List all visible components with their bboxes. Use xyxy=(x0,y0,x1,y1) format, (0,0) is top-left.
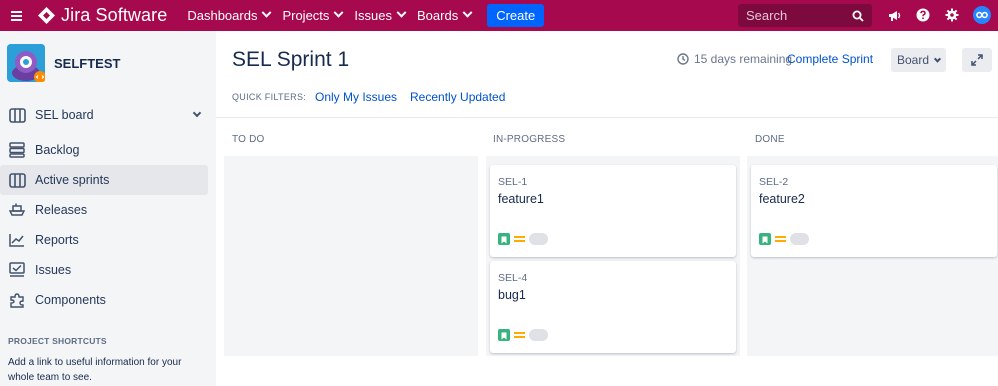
story-icon xyxy=(498,329,510,341)
board-menu-button[interactable]: Board xyxy=(891,48,946,72)
story-icon xyxy=(759,233,771,245)
app-name: Jira Software xyxy=(61,5,168,25)
settings-button[interactable] xyxy=(943,6,961,24)
backlog-icon xyxy=(8,141,26,159)
fullscreen-button[interactable] xyxy=(962,48,992,72)
quick-filter-only-my-issues[interactable]: Only My Issues xyxy=(315,90,397,104)
sidebar-item-components[interactable]: Components xyxy=(0,285,208,315)
story-icon xyxy=(498,233,510,245)
chevron-down-icon xyxy=(333,7,344,18)
priority-medium-icon xyxy=(514,236,525,242)
column-header-in-progress: IN-PROGRESS xyxy=(493,134,566,145)
nav-issues[interactable]: Issues xyxy=(348,0,411,31)
issue-card[interactable]: SEL-4 bug1 xyxy=(490,261,736,353)
sidebar-item-backlog[interactable]: Backlog xyxy=(0,135,208,165)
column-done[interactable]: SEL-2 feature2 xyxy=(747,156,998,356)
page-title: SEL Sprint 1 xyxy=(232,48,350,71)
quick-filter-recently-updated[interactable]: Recently Updated xyxy=(410,90,505,104)
profile-icon xyxy=(973,6,991,24)
chart-icon xyxy=(8,231,26,249)
help-icon xyxy=(916,8,930,22)
estimate-badge xyxy=(529,329,548,341)
priority-medium-icon xyxy=(775,236,786,242)
sidebar-nav: Backlog Active sprints Releases Reports … xyxy=(0,135,216,315)
chevron-down-icon xyxy=(262,7,272,18)
column-in-progress[interactable]: SEL-1 feature1 SEL-4 bug1 xyxy=(486,156,740,356)
megaphone-icon xyxy=(889,10,901,21)
column-header-done: DONE xyxy=(755,134,785,145)
remaining-text: 15 days remaining xyxy=(694,52,793,66)
sprint-remaining: 15 days remaining xyxy=(677,52,792,66)
nav-boards[interactable]: Boards xyxy=(411,0,477,31)
chevron-down-icon xyxy=(192,108,202,118)
project-shortcuts-title: PROJECT SHORTCUTS xyxy=(8,336,107,346)
menu-button[interactable] xyxy=(0,0,32,31)
priority-medium-icon xyxy=(514,332,525,338)
issue-summary: feature2 xyxy=(759,192,805,206)
nav-issues-label: Issues xyxy=(354,8,392,23)
board-icon xyxy=(8,106,26,124)
issue-card[interactable]: SEL-2 feature2 xyxy=(751,165,997,257)
jira-logo[interactable]: Jira Software xyxy=(38,0,167,31)
complete-sprint-button[interactable]: Complete Sprint xyxy=(787,52,873,66)
sidebar-item-releases[interactable]: Releases xyxy=(0,195,208,225)
ship-icon xyxy=(8,201,26,219)
chevron-down-icon xyxy=(933,55,942,63)
sidebar-item-label: Components xyxy=(35,293,106,307)
sidebar-item-active-sprints[interactable]: Active sprints xyxy=(0,165,208,195)
chevron-down-icon xyxy=(396,7,407,18)
sidebar-item-label: Releases xyxy=(35,203,88,217)
sidebar-item-label: Reports xyxy=(35,233,79,247)
project-avatar-icon xyxy=(7,44,45,82)
nav-dashboards[interactable]: Dashboards xyxy=(181,0,276,31)
chevron-down-icon xyxy=(462,7,473,18)
jira-logo-icon xyxy=(38,7,55,24)
expand-icon xyxy=(971,54,983,66)
column-header-todo: TO DO xyxy=(232,134,265,145)
search-input[interactable] xyxy=(746,8,846,23)
quick-filters-label: QUICK FILTERS: xyxy=(232,92,307,102)
issue-key[interactable]: SEL-1 xyxy=(498,176,527,188)
project-header[interactable]: SELFTEST xyxy=(0,31,216,95)
menu-icon xyxy=(10,11,22,21)
search-icon xyxy=(852,10,864,22)
project-avatar xyxy=(7,44,45,82)
sidebar-item-label: Backlog xyxy=(35,143,80,157)
sidebar-item-label: Active sprints xyxy=(35,173,110,187)
board-icon xyxy=(8,171,26,189)
project-name: SELFTEST xyxy=(54,55,121,71)
board-selector[interactable]: SEL board xyxy=(0,100,216,130)
divider xyxy=(216,117,998,118)
project-shortcuts-description[interactable]: Add a link to useful information for you… xyxy=(8,355,188,385)
issue-summary: bug1 xyxy=(498,288,526,302)
clock-icon xyxy=(677,53,689,65)
issue-summary: feature1 xyxy=(498,192,544,206)
estimate-badge xyxy=(529,233,548,245)
board-menu-label: Board xyxy=(896,53,930,67)
sidebar-item-label: Issues xyxy=(35,263,72,277)
issue-key[interactable]: SEL-4 xyxy=(498,272,527,284)
top-navigation-bar: Jira Software Dashboards Projects Issues… xyxy=(0,0,998,31)
nav-projects[interactable]: Projects xyxy=(276,0,348,31)
gear-icon xyxy=(945,8,959,22)
issue-key[interactable]: SEL-2 xyxy=(759,176,788,188)
nav-boards-label: Boards xyxy=(417,8,459,23)
puzzle-icon xyxy=(8,291,26,309)
column-todo[interactable] xyxy=(224,156,478,356)
search-box[interactable] xyxy=(738,4,872,27)
issues-icon xyxy=(8,261,26,279)
sidebar-item-reports[interactable]: Reports xyxy=(0,225,208,255)
create-button[interactable]: Create xyxy=(487,4,545,27)
nav-projects-label: Projects xyxy=(282,8,330,23)
notifications-button[interactable] xyxy=(886,6,904,24)
sidebar-item-issues[interactable]: Issues xyxy=(0,255,208,285)
issue-card[interactable]: SEL-1 feature1 xyxy=(490,165,736,257)
help-button[interactable] xyxy=(914,6,932,24)
estimate-badge xyxy=(790,233,809,245)
profile-button[interactable] xyxy=(973,6,991,24)
project-sidebar: SELFTEST SEL board Backlog Active sprint… xyxy=(0,31,216,386)
nav-dashboards-label: Dashboards xyxy=(187,8,258,23)
board-selector-label: SEL board xyxy=(35,108,94,122)
